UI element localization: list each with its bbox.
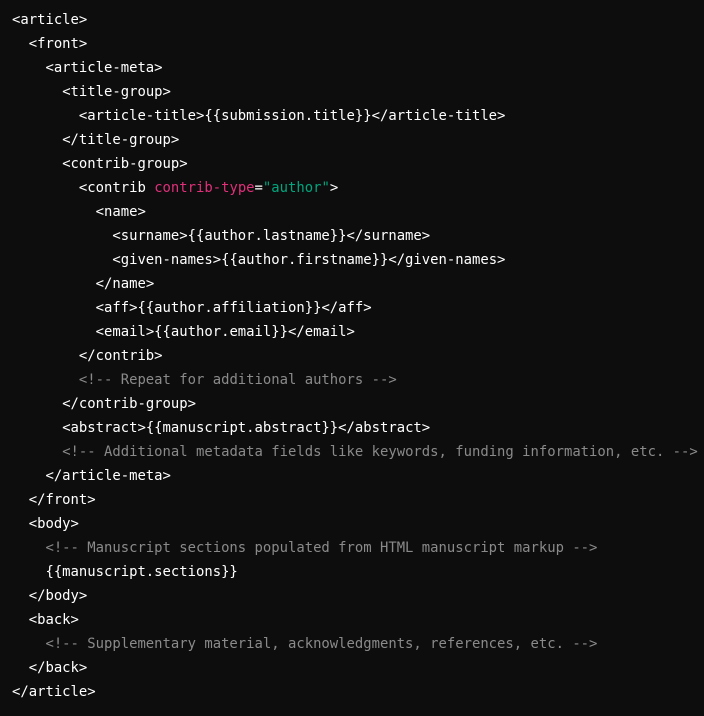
code-line: <article-meta> <box>12 56 704 80</box>
code-attribute-name: contrib-type <box>154 180 255 196</box>
code-line: </contrib> <box>12 344 704 368</box>
code-line: <surname>{{author.lastname}}</surname> <box>12 224 704 248</box>
code-line: <!-- Supplementary material, acknowledgm… <box>12 632 704 656</box>
code-line: <!-- Repeat for additional authors --> <box>12 368 704 392</box>
code-tag: <contrib-group> <box>62 156 188 172</box>
code-comment: <!-- Manuscript sections populated from … <box>45 540 598 556</box>
code-line: <contrib contrib-type="author"> <box>12 176 704 200</box>
code-line: <abstract>{{manuscript.abstract}}</abstr… <box>12 416 704 440</box>
code-line: <!-- Additional metadata fields like key… <box>12 440 704 464</box>
code-tag: </name> <box>95 276 155 292</box>
code-block: <article> <front> <article-meta> <title-… <box>0 0 704 716</box>
code-tag: </article> <box>12 684 96 700</box>
code-tag: <body> <box>28 516 79 532</box>
code-punctuation: = <box>254 180 263 196</box>
code-line: <aff>{{author.affiliation}}</aff> <box>12 296 704 320</box>
code-line: <email>{{author.email}}</email> <box>12 320 704 344</box>
code-line: <name> <box>12 200 704 224</box>
code-line: {{manuscript.sections}} <box>12 560 704 584</box>
code-line: <article> <box>12 8 704 32</box>
code-content[interactable]: <article> <front> <article-meta> <title-… <box>12 8 704 704</box>
code-tag: <name> <box>95 204 146 220</box>
code-tag: <surname>{{author.lastname}}</surname> <box>112 228 431 244</box>
code-line: </front> <box>12 488 704 512</box>
code-tag: > <box>329 180 339 196</box>
code-line: <body> <box>12 512 704 536</box>
code-comment: <!-- Repeat for additional authors --> <box>78 372 397 388</box>
code-line: <article-title>{{submission.title}}</art… <box>12 104 704 128</box>
code-attribute-value: "author" <box>262 180 330 196</box>
code-tag: <given-names>{{author.firstname}}</given… <box>112 252 506 268</box>
code-line: <front> <box>12 32 704 56</box>
code-line: </contrib-group> <box>12 392 704 416</box>
code-line: </title-group> <box>12 128 704 152</box>
code-line: <title-group> <box>12 80 704 104</box>
code-tag: <back> <box>28 612 79 628</box>
code-tag: </body> <box>28 588 88 604</box>
code-tag: <title-group> <box>62 84 171 100</box>
code-line: </back> <box>12 656 704 680</box>
code-tag: <front> <box>28 36 88 52</box>
code-tag: <article-title>{{submission.title}}</art… <box>78 108 506 124</box>
code-line: <back> <box>12 608 704 632</box>
code-tag: </contrib-group> <box>62 396 196 412</box>
code-line: <given-names>{{author.firstname}}</given… <box>12 248 704 272</box>
code-tag: <email>{{author.email}}</email> <box>95 324 355 340</box>
code-tag: <contrib <box>78 180 155 196</box>
code-comment: <!-- Supplementary material, acknowledgm… <box>45 636 598 652</box>
code-tag: <article> <box>12 12 88 28</box>
code-tag: <article-meta> <box>45 60 163 76</box>
code-tag: </title-group> <box>62 132 180 148</box>
code-tag: </front> <box>28 492 96 508</box>
code-line: </name> <box>12 272 704 296</box>
code-line: <contrib-group> <box>12 152 704 176</box>
code-tag: {{manuscript.sections}} <box>45 564 238 580</box>
code-line: <!-- Manuscript sections populated from … <box>12 536 704 560</box>
code-line: </body> <box>12 584 704 608</box>
code-line: </article-meta> <box>12 464 704 488</box>
code-tag: </article-meta> <box>45 468 171 484</box>
code-tag: </contrib> <box>78 348 163 364</box>
code-comment: <!-- Additional metadata fields like key… <box>62 444 698 460</box>
code-tag: </back> <box>28 660 88 676</box>
code-tag: <abstract>{{manuscript.abstract}}</abstr… <box>62 420 431 436</box>
code-line: </article> <box>12 680 704 704</box>
code-tag: <aff>{{author.affiliation}}</aff> <box>95 300 372 316</box>
